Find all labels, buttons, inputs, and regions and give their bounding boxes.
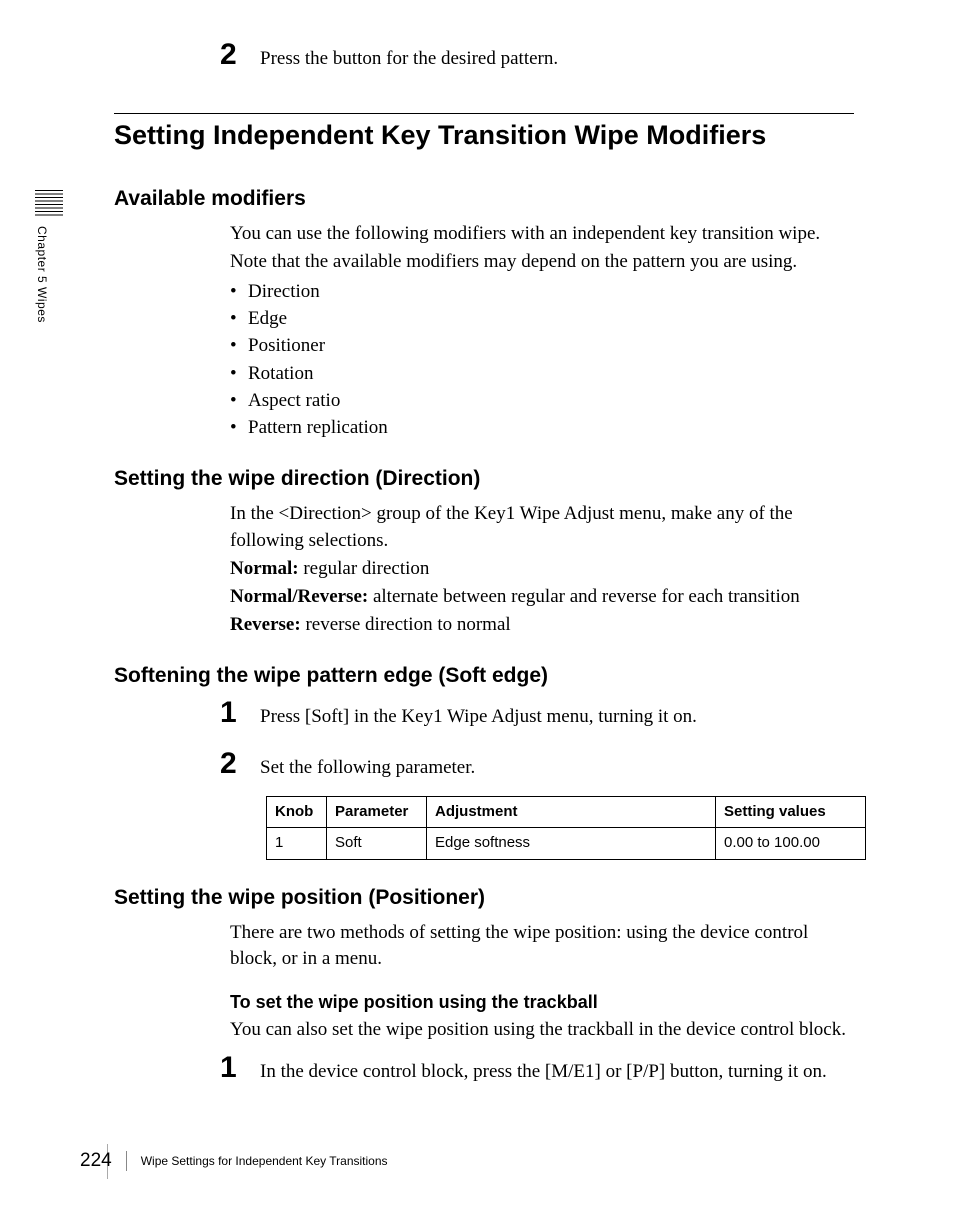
table-header-row: Knob Parameter Adjustment Setting values [267, 796, 866, 828]
step-text: Set the following parameter. [260, 755, 854, 782]
positioner-intro: There are two methods of setting the wip… [230, 920, 854, 972]
step-number: 1 [220, 1053, 242, 1083]
footer-divider [126, 1151, 127, 1171]
table-cell: Edge softness [427, 828, 716, 860]
step-number: 2 [220, 40, 242, 70]
table-header: Adjustment [427, 796, 716, 828]
def-desc: regular direction [299, 558, 430, 579]
parameter-table: Knob Parameter Adjustment Setting values… [266, 796, 866, 860]
direction-body: In the <Direction> group of the Key1 Wip… [230, 501, 854, 638]
def-term: Normal: [230, 558, 299, 579]
direction-heading: Setting the wipe direction (Direction) [114, 467, 854, 491]
modifiers-intro-2: Note that the available modifiers may de… [230, 249, 854, 275]
table-cell: 1 [267, 828, 327, 860]
step-number: 2 [220, 749, 242, 779]
positioner-step-1: 1 In the device control block, press the… [220, 1053, 854, 1086]
positioner-body: There are two methods of setting the wip… [230, 920, 854, 1043]
list-item: Direction [230, 279, 854, 305]
positioner-heading: Setting the wipe position (Positioner) [114, 886, 854, 910]
def-desc: reverse direction to normal [301, 614, 511, 635]
page-footer: 224 Wipe Settings for Independent Key Tr… [80, 1150, 388, 1172]
chapter-side-label: Chapter 5 Wipes [35, 226, 49, 323]
list-item: Pattern replication [230, 415, 854, 441]
step-text: Press [Soft] in the Key1 Wipe Adjust men… [260, 704, 854, 731]
list-item: Aspect ratio [230, 388, 854, 414]
list-item: Positioner [230, 333, 854, 359]
modifiers-body: You can use the following modifiers with… [230, 221, 854, 442]
modifiers-intro-1: You can use the following modifiers with… [230, 221, 854, 247]
def-reverse: Reverse: reverse direction to normal [230, 612, 854, 638]
side-ornament: Chapter 5 Wipes [35, 190, 63, 323]
def-desc: alternate between regular and reverse fo… [368, 586, 800, 607]
page-container: Chapter 5 Wipes 2 Press the button for t… [0, 0, 954, 1212]
step-number: 1 [220, 698, 242, 728]
section-rule [114, 113, 854, 114]
softedge-step-2: 2 Set the following parameter. [220, 749, 854, 782]
table-row: 1 Soft Edge softness 0.00 to 100.00 [267, 828, 866, 860]
table-header: Setting values [716, 796, 866, 828]
positioner-sub-heading: To set the wipe position using the track… [230, 990, 854, 1015]
def-normal-reverse: Normal/Reverse: alternate between regula… [230, 584, 854, 610]
top-step: 2 Press the button for the desired patte… [220, 40, 854, 73]
table-header: Knob [267, 796, 327, 828]
step-text: Press the button for the desired pattern… [260, 46, 854, 73]
step-text: In the device control block, press the [… [260, 1059, 854, 1086]
def-term: Normal/Reverse: [230, 586, 368, 607]
softedge-heading: Softening the wipe pattern edge (Soft ed… [114, 664, 854, 688]
modifiers-heading: Available modifiers [114, 187, 854, 211]
footer-text: Wipe Settings for Independent Key Transi… [141, 1154, 388, 1168]
def-term: Reverse: [230, 614, 301, 635]
modifiers-list: Direction Edge Positioner Rotation Aspec… [230, 279, 854, 441]
table-cell: Soft [327, 828, 427, 860]
section-title: Setting Independent Key Transition Wipe … [114, 120, 854, 151]
ornament-lines [35, 190, 63, 218]
page-number: 224 [80, 1150, 112, 1172]
list-item: Rotation [230, 361, 854, 387]
direction-intro: In the <Direction> group of the Key1 Wip… [230, 501, 854, 553]
table-header: Parameter [327, 796, 427, 828]
table-cell: 0.00 to 100.00 [716, 828, 866, 860]
softedge-step-1: 1 Press [Soft] in the Key1 Wipe Adjust m… [220, 698, 854, 731]
positioner-sub-intro: You can also set the wipe position using… [230, 1017, 854, 1043]
def-normal: Normal: regular direction [230, 556, 854, 582]
list-item: Edge [230, 306, 854, 332]
softedge-table-wrap: Knob Parameter Adjustment Setting values… [230, 796, 854, 860]
